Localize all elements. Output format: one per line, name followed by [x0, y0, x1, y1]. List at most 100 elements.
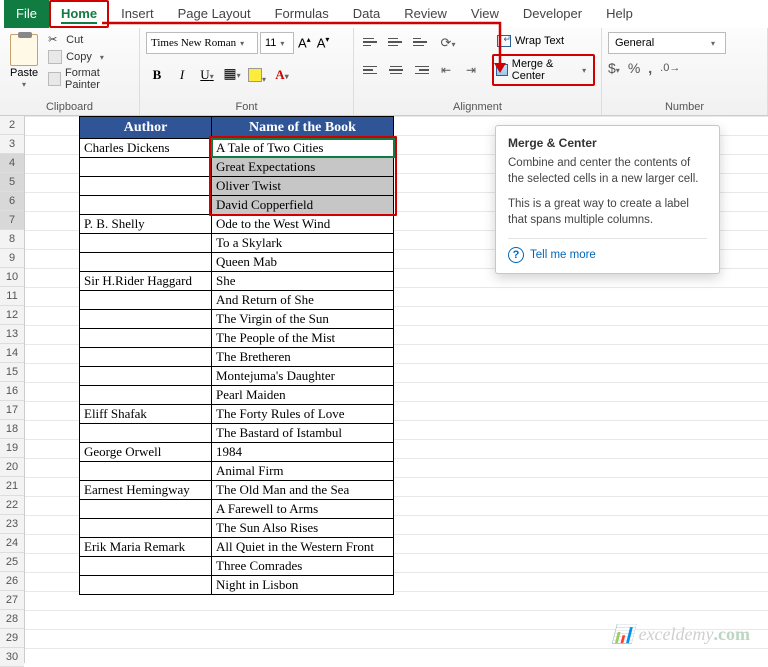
comma-button[interactable]: , — [648, 60, 652, 76]
row-header[interactable]: 12 — [0, 306, 24, 325]
cell-author[interactable]: P. B. Shelly — [80, 215, 212, 234]
table-row[interactable]: The Virgin of the Sun — [80, 310, 394, 329]
cell-book[interactable]: Montejuma's Daughter — [212, 367, 394, 386]
fill-color-button[interactable]: ▾ — [246, 64, 268, 86]
align-center-button[interactable] — [385, 60, 407, 80]
tab-review[interactable]: Review — [392, 0, 459, 28]
table-row[interactable]: Night in Lisbon — [80, 576, 394, 595]
row-header[interactable]: 25 — [0, 553, 24, 572]
tab-formulas[interactable]: Formulas — [263, 0, 341, 28]
tab-data[interactable]: Data — [341, 0, 392, 28]
header-book[interactable]: Name of the Book — [212, 117, 394, 139]
cell-book[interactable]: She — [212, 272, 394, 291]
row-header[interactable]: 30 — [0, 648, 24, 667]
tell-me-more-link[interactable]: ? Tell me more — [508, 238, 707, 263]
decrease-indent-button[interactable]: ⇤ — [435, 60, 457, 80]
table-row[interactable]: The Bastard of Istambul — [80, 424, 394, 443]
row-header[interactable]: 5 — [0, 173, 24, 192]
table-row[interactable]: Great Expectations — [80, 158, 394, 177]
decrease-font-button[interactable]: A▾ — [315, 35, 332, 50]
header-author[interactable]: Author — [80, 117, 212, 139]
row-header[interactable]: 4 — [0, 154, 24, 173]
cell-book[interactable]: The Bastard of Istambul — [212, 424, 394, 443]
cell-author[interactable] — [80, 557, 212, 576]
bold-button[interactable]: B — [146, 64, 168, 86]
cell-book[interactable]: 1984 — [212, 443, 394, 462]
align-top-button[interactable] — [360, 32, 382, 52]
tab-home[interactable]: Home — [49, 0, 109, 28]
row-header[interactable]: 15 — [0, 363, 24, 382]
cell-author[interactable] — [80, 158, 212, 177]
cell-author[interactable] — [80, 310, 212, 329]
wrap-text-button[interactable]: Wrap Text — [492, 32, 595, 50]
cell-book[interactable]: David Copperfield — [212, 196, 394, 215]
row-header[interactable]: 24 — [0, 534, 24, 553]
tab-view[interactable]: View — [459, 0, 511, 28]
row-header[interactable]: 10 — [0, 268, 24, 287]
tab-developer[interactable]: Developer — [511, 0, 594, 28]
align-bottom-button[interactable] — [410, 32, 432, 52]
cell-book[interactable]: A Tale of Two Cities — [212, 139, 394, 158]
table-row[interactable]: Charles DickensA Tale of Two Cities — [80, 139, 394, 158]
table-row[interactable]: The Sun Also Rises — [80, 519, 394, 538]
table-row[interactable]: Queen Mab — [80, 253, 394, 272]
row-header[interactable]: 21 — [0, 477, 24, 496]
table-row[interactable]: David Copperfield — [80, 196, 394, 215]
paste-button[interactable]: Paste ▾ — [6, 32, 42, 91]
underline-button[interactable]: U▾ — [196, 64, 218, 86]
cell-book[interactable]: The Virgin of the Sun — [212, 310, 394, 329]
cell-book[interactable]: Oliver Twist — [212, 177, 394, 196]
row-header[interactable]: 20 — [0, 458, 24, 477]
data-table[interactable]: Author Name of the Book Charles DickensA… — [79, 116, 394, 595]
percent-button[interactable]: % — [628, 60, 640, 76]
cell-book[interactable]: Great Expectations — [212, 158, 394, 177]
row-header[interactable]: 17 — [0, 401, 24, 420]
tab-page-layout[interactable]: Page Layout — [166, 0, 263, 28]
cell-book[interactable]: A Farewell to Arms — [212, 500, 394, 519]
chevron-down-icon[interactable]: ▾ — [18, 80, 30, 89]
cell-author[interactable] — [80, 367, 212, 386]
table-row[interactable]: Sir H.Rider HaggardShe — [80, 272, 394, 291]
cell-book[interactable]: And Return of She — [212, 291, 394, 310]
tab-help[interactable]: Help — [594, 0, 645, 28]
currency-button[interactable]: $▾ — [608, 60, 620, 76]
row-header[interactable]: 7 — [0, 211, 24, 230]
cell-author[interactable] — [80, 234, 212, 253]
cell-author[interactable] — [80, 576, 212, 595]
align-left-button[interactable] — [360, 60, 382, 80]
table-row[interactable]: Three Comrades — [80, 557, 394, 576]
number-format-combo[interactable]: General▾ — [608, 32, 726, 54]
cell-book[interactable]: The Forty Rules of Love — [212, 405, 394, 424]
row-header[interactable]: 6 — [0, 192, 24, 211]
cell-author[interactable]: Sir H.Rider Haggard — [80, 272, 212, 291]
row-header[interactable]: 18 — [0, 420, 24, 439]
row-header[interactable]: 27 — [0, 591, 24, 610]
table-row[interactable]: Animal Firm — [80, 462, 394, 481]
row-header[interactable]: 13 — [0, 325, 24, 344]
table-row[interactable]: The Bretheren — [80, 348, 394, 367]
format-painter-button[interactable]: Format Painter — [46, 66, 133, 92]
cell-author[interactable]: Charles Dickens — [80, 139, 212, 158]
row-header[interactable]: 22 — [0, 496, 24, 515]
chevron-down-icon[interactable]: ▾ — [96, 53, 108, 62]
cell-author[interactable] — [80, 500, 212, 519]
tab-insert[interactable]: Insert — [109, 0, 166, 28]
table-row[interactable]: And Return of She — [80, 291, 394, 310]
table-row[interactable]: To a Skylark — [80, 234, 394, 253]
cell-author[interactable] — [80, 253, 212, 272]
table-row[interactable]: Erik Maria RemarkAll Quiet in the Wester… — [80, 538, 394, 557]
row-header[interactable]: 11 — [0, 287, 24, 306]
cell-author[interactable]: George Orwell — [80, 443, 212, 462]
table-row[interactable]: A Farewell to Arms — [80, 500, 394, 519]
cut-button[interactable]: Cut — [46, 32, 133, 48]
cell-book[interactable]: All Quiet in the Western Front — [212, 538, 394, 557]
row-header[interactable]: 2 — [0, 116, 24, 135]
align-right-button[interactable] — [410, 60, 432, 80]
table-row[interactable]: P. B. ShellyOde to the West Wind — [80, 215, 394, 234]
row-header[interactable]: 26 — [0, 572, 24, 591]
table-row[interactable]: Montejuma's Daughter — [80, 367, 394, 386]
cell-author[interactable] — [80, 386, 212, 405]
row-header[interactable]: 29 — [0, 629, 24, 648]
cell-book[interactable]: The Bretheren — [212, 348, 394, 367]
table-row[interactable]: Oliver Twist — [80, 177, 394, 196]
